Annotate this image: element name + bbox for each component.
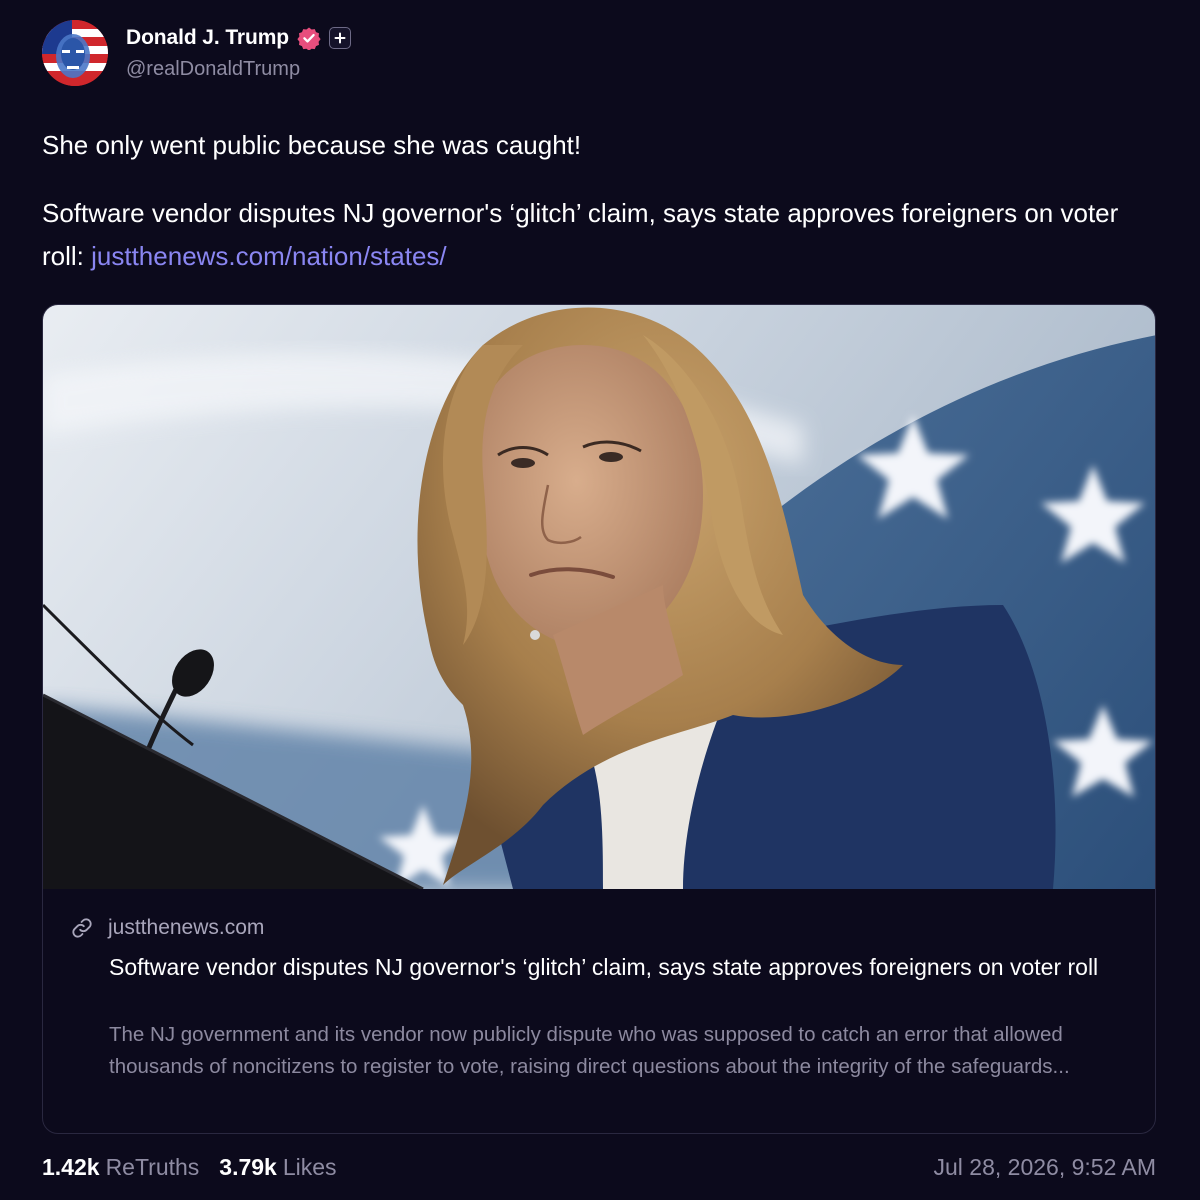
link-preview-card[interactable]: justthenews.com Software vendor disputes… <box>42 304 1156 1134</box>
post-footer: 1.42k ReTruths 3.79k Likes Jul 28, 2026, 9… <box>42 1150 1156 1184</box>
display-name[interactable]: Donald J. Trump <box>126 26 289 50</box>
post-inline-link[interactable]: justthenews.com/nation/states/ <box>91 241 447 271</box>
likes-label: Likes <box>282 1153 337 1180</box>
card-domain: justthenews.com <box>108 916 265 939</box>
avatar[interactable] <box>42 20 108 86</box>
likes-stat[interactable]: 3.79k Likes <box>219 1154 336 1181</box>
woman-at-podium-photo[interactable] <box>43 305 1155 889</box>
author-name-row: Donald J. Trump <box>126 24 352 52</box>
link-icon <box>71 917 93 939</box>
author-handle[interactable]: @realDonaldTrump <box>126 58 351 81</box>
card-domain-row: justthenews.com <box>71 916 264 940</box>
retruths-label: ReTruths <box>105 1153 200 1180</box>
post-text-line-1: She only went public because she was cau… <box>42 130 582 160</box>
post-body: She only went public because she was cau… <box>42 124 1152 278</box>
card-title[interactable]: Software vendor disputes NJ governor's ‘… <box>109 951 1119 983</box>
verified-badge-icon <box>297 26 321 51</box>
post-header: Donald J. Trump @realDonaldTrump <box>42 20 352 86</box>
card-description: The NJ government and its vendor now pub… <box>109 1023 1070 1078</box>
likes-count: 3.79k <box>219 1153 277 1180</box>
retruths-count: 1.42k <box>42 1153 100 1180</box>
author-block: Donald J. Trump @realDonaldTrump <box>126 24 352 81</box>
retruths-stat[interactable]: 1.42k ReTruths <box>42 1154 199 1181</box>
post-timestamp[interactable]: Jul 28, 2026, 9:52 AM <box>934 1154 1157 1181</box>
post-text-line-2: Software vendor disputes NJ governor's ‘… <box>42 192 1152 278</box>
plus-badge-icon <box>329 27 352 49</box>
